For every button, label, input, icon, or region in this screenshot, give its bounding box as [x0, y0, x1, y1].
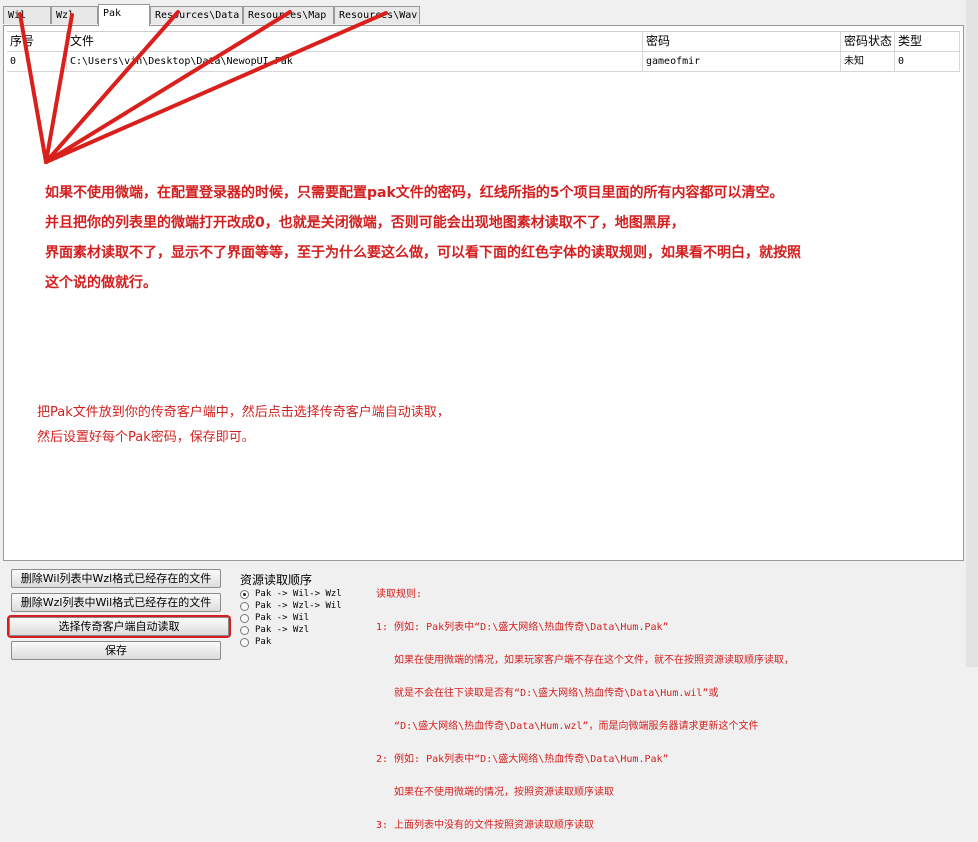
annotation-hint-line: 然后设置好每个Pak密码，保存即可。 [37, 430, 255, 445]
read-order-option[interactable]: Pak -> Wzl [240, 624, 309, 636]
read-order-option-label: Pak -> Wzl-> Wil [255, 601, 342, 611]
cell-password[interactable]: gameofmir [643, 52, 841, 71]
tab-pak[interactable]: Pak [98, 4, 150, 26]
read-rules-line: 如果在使用微端的情况，如果玩家客户端不存在这个文件，就不在按照资源读取顺序读取， [376, 655, 795, 666]
cell-type[interactable]: 0 [895, 52, 960, 71]
annotation-line: 这个说的做就行。 [45, 275, 157, 291]
read-order-option[interactable]: Pak -> Wzl-> Wil [240, 600, 342, 612]
save-button[interactable]: 保存 [11, 641, 221, 660]
tab-wzl[interactable]: Wzl [51, 6, 98, 24]
read-order-option[interactable]: Pak -> Wil-> Wzl [240, 588, 342, 600]
tab-resources-map[interactable]: Resources\Map [243, 6, 334, 24]
read-rules-title: 读取规则: [376, 589, 423, 600]
read-order-option[interactable]: Pak [240, 636, 271, 648]
column-header-index[interactable]: 序号 [7, 32, 67, 51]
read-order-option[interactable]: Pak -> Wil [240, 612, 309, 624]
delete-wil-duplicates-in-wzl-button[interactable]: 删除Wzl列表中Wil格式已经存在的文件 [11, 593, 221, 612]
read-order-option-label: Pak [255, 637, 272, 647]
cell-index[interactable]: 0 [7, 52, 67, 71]
read-order-title: 资源读取顺序 [240, 573, 313, 587]
annotation-line: 界面素材读取不了，显示不了界面等等，至于为什么要这么做，可以看下面的红色字体的读… [45, 245, 801, 261]
annotation-line: 如果不使用微端，在配置登录器的时候，只需要配置pak文件的密码，红线所指的5个项… [45, 185, 784, 201]
read-order-option-label: Pak -> Wil [255, 613, 310, 623]
radio-icon [240, 613, 249, 623]
table-header: 序号 文件 密码 密码状态 类型 [7, 31, 960, 52]
column-header-type[interactable]: 类型 [895, 32, 960, 51]
tab-resources-wav[interactable]: Resources\Wav [334, 6, 420, 24]
window-edge [966, 0, 978, 667]
radio-icon [240, 625, 249, 635]
read-rules: 读取规则: 1: 例如: Pak列表中“D:\盛大网络\热血传奇\Data\Hu… [376, 567, 794, 842]
read-rules-line: 如果在不使用微端的情况，按照资源读取顺序读取 [376, 787, 615, 798]
auto-read-client-button[interactable]: 选择传奇客户端自动读取 [9, 617, 229, 636]
tab-resources-data[interactable]: Resources\Data [150, 6, 243, 24]
radio-icon [240, 601, 249, 611]
table-row[interactable]: 0 C:\Users\vin\Desktop\Data\NewopUI.Pak … [7, 52, 960, 72]
read-rules-line: 就是不会在往下读取是否有“D:\盛大网络\热血传奇\Data\Hum.wil”或 [376, 688, 719, 699]
annotation-hint-line: 把Pak文件放到你的传奇客户端中，然后点击选择传奇客户端自动读取， [37, 405, 450, 420]
tab-wil[interactable]: Wil [3, 6, 51, 24]
annotation-note: 如果不使用微端，在配置登录器的时候，只需要配置pak文件的密码，红线所指的5个项… [45, 178, 801, 298]
read-order-option-label: Pak -> Wil-> Wzl [255, 589, 342, 599]
read-rules-line: 1: 例如: Pak列表中“D:\盛大网络\热血传奇\Data\Hum.Pak” [376, 622, 669, 633]
column-header-file[interactable]: 文件 [67, 32, 643, 51]
column-header-password-status[interactable]: 密码状态 [841, 32, 895, 51]
radio-selected-icon [240, 589, 249, 599]
annotation-line: 并且把你的列表里的微端打开改成0，也就是关闭微端，否则可能会出现地图素材读取不了… [45, 215, 685, 231]
read-rules-line: 3: 上面列表中没有的文件按照资源读取顺序读取 [376, 820, 595, 831]
read-rules-line: “D:\盛大网络\热血传奇\Data\Hum.wzl”，而是向微端服务器请求更新… [376, 721, 759, 732]
read-rules-line: 2: 例如: Pak列表中“D:\盛大网络\热血传奇\Data\Hum.Pak” [376, 754, 669, 765]
pak-table[interactable]: 序号 文件 密码 密码状态 类型 0 C:\Users\vin\Desktop\… [7, 31, 960, 72]
delete-wzl-duplicates-in-wil-button[interactable]: 删除Wil列表中Wzl格式已经存在的文件 [11, 569, 221, 588]
read-order-option-label: Pak -> Wzl [255, 625, 310, 635]
radio-icon [240, 637, 249, 647]
cell-file[interactable]: C:\Users\vin\Desktop\Data\NewopUI.Pak [67, 52, 643, 71]
annotation-hint: 把Pak文件放到你的传奇客户端中，然后点击选择传奇客户端自动读取， 然后设置好每… [37, 400, 450, 450]
tab-strip: Wil Wzl Pak Resources\Data Resources\Map… [0, 0, 978, 26]
column-header-password[interactable]: 密码 [643, 32, 841, 51]
cell-password-status[interactable]: 未知 [841, 52, 895, 71]
read-order-group: 资源读取顺序 Pak -> Wil-> Wzl Pak -> Wzl-> Wil… [238, 568, 368, 658]
